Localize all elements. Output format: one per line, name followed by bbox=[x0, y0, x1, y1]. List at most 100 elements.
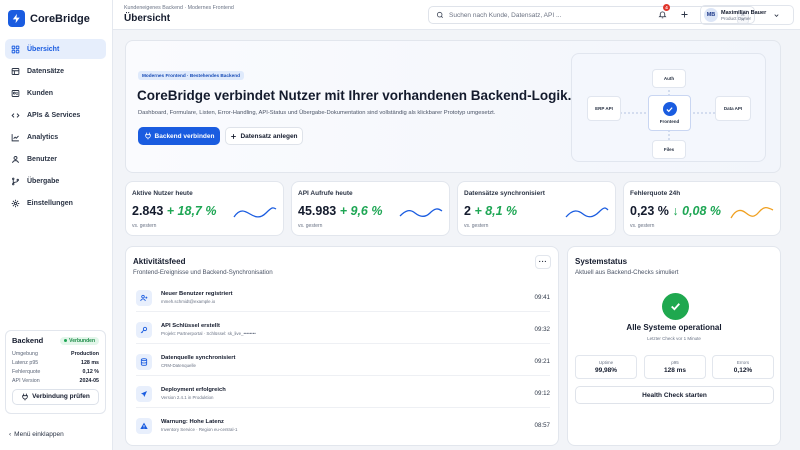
grid-icon bbox=[11, 45, 20, 53]
last-check-text: Letzter Check vor 1 Minute bbox=[647, 336, 701, 341]
sidebar-item-datensaetze[interactable]: Datensätze bbox=[5, 61, 106, 81]
metric-value: 128 ms bbox=[663, 367, 687, 374]
list-item[interactable]: Deployment erfolgreich Version 2.4.1 in … bbox=[136, 382, 550, 408]
check-connection-button[interactable]: Verbindung prüfen bbox=[12, 388, 99, 405]
brand-name: CoreBridge bbox=[30, 12, 90, 25]
activity-item-sub: Projekt: Partnerportal · Schlüssel: sk_l… bbox=[161, 331, 256, 336]
stat-value-row: 2.843 + 18,7 % bbox=[132, 204, 216, 218]
sparkline bbox=[399, 208, 443, 218]
status-badge: Verbunden bbox=[60, 336, 99, 345]
stat-delta: + 8,1 % bbox=[474, 204, 518, 218]
stat-card-active-users: Aktive Nutzer heute 2.843 + 18,7 % vs. g… bbox=[125, 181, 284, 236]
sidebar-item-label: Datensätze bbox=[27, 67, 64, 75]
notifications-button[interactable]: 4 bbox=[654, 4, 670, 22]
health-check-button[interactable]: Health Check starten bbox=[575, 386, 774, 404]
sidebar-item-label: Kunden bbox=[27, 89, 54, 97]
sidebar-item-einstellungen[interactable]: Einstellungen bbox=[5, 194, 106, 214]
warning-icon bbox=[136, 418, 152, 434]
stat-value: 2 bbox=[464, 204, 471, 218]
activity-item-sub: Inventory Service · Region eu-central-1 bbox=[161, 427, 238, 432]
table-icon bbox=[11, 67, 20, 75]
connect-backend-button[interactable]: Backend verbinden bbox=[138, 127, 220, 145]
create-record-label: Datensatz anlegen bbox=[240, 132, 298, 140]
branch-icon bbox=[12, 177, 19, 186]
status-dot-icon bbox=[64, 339, 68, 342]
metric-errors: Errors 0,12% bbox=[712, 355, 774, 379]
check-icon bbox=[662, 102, 677, 116]
sidebar-item-label: Übersicht bbox=[27, 45, 60, 53]
stat-label: Fehlerquote 24h bbox=[630, 190, 681, 197]
search-input[interactable] bbox=[449, 11, 639, 19]
activity-item-time: 09:41 bbox=[534, 294, 550, 301]
list-item[interactable]: Warnung: Hohe Latenz Inventory Service ·… bbox=[136, 414, 550, 440]
metric-label: Errors bbox=[736, 360, 750, 365]
gear-icon bbox=[11, 199, 20, 208]
stat-delta: + 18,7 % bbox=[166, 204, 217, 218]
backend-row: API Version 2024-05 bbox=[12, 377, 99, 386]
collapse-sidebar-button[interactable]: ‹ Menü einklappen bbox=[9, 431, 64, 438]
add-button[interactable] bbox=[676, 6, 692, 22]
logo[interactable]: CoreBridge bbox=[8, 10, 90, 27]
backend-row-value: 2024-05 bbox=[79, 378, 99, 385]
stat-delta: ↓ 0,08 % bbox=[672, 204, 722, 218]
stat-value-row: 0,23 % ↓ 0,08 % bbox=[630, 204, 721, 218]
check-circle-icon bbox=[662, 293, 689, 320]
activity-item-time: 09:32 bbox=[534, 326, 550, 333]
user-plus-icon bbox=[136, 290, 152, 306]
list-item[interactable]: Neuer Benutzer registriert mmeh.schmidt@… bbox=[136, 286, 550, 312]
activity-title: Aktivitätsfeed bbox=[133, 257, 186, 266]
diagram-node-erp: ERP API bbox=[587, 96, 621, 121]
metric-label: Uptime bbox=[598, 360, 614, 365]
architecture-diagram: Auth ERP API Frontend Data API Files bbox=[571, 53, 766, 162]
collapse-label: Menü einklappen bbox=[14, 431, 64, 438]
activity-subtitle: Frontend-Ereignisse und Backend-Synchron… bbox=[133, 269, 273, 276]
database-icon bbox=[136, 354, 152, 370]
sidebar-item-label: Übergabe bbox=[27, 178, 60, 186]
create-record-button[interactable]: Datensatz anlegen bbox=[225, 127, 303, 145]
sidebar-item-analytics[interactable]: Analytics bbox=[5, 127, 106, 147]
stat-label: API Aufrufe heute bbox=[298, 190, 353, 197]
stat-sub: vs. gestern bbox=[132, 223, 157, 229]
status-badge-label: Verbunden bbox=[69, 337, 95, 344]
sidebar-item-label: Benutzer bbox=[27, 155, 57, 163]
more-options-button[interactable]: ··· bbox=[535, 255, 551, 269]
plug-icon bbox=[144, 132, 151, 140]
person-icon bbox=[12, 156, 19, 163]
user-menu[interactable]: MB Maximilian Bauer Product Owner bbox=[700, 5, 794, 25]
sidebar-item-uebergabe[interactable]: Übergabe bbox=[5, 172, 106, 192]
stat-sub: vs. gestern bbox=[630, 223, 655, 229]
backend-status-card: Backend Verbunden Umgebung Production Lat… bbox=[5, 330, 106, 414]
user-role: Product Owner bbox=[721, 15, 752, 21]
system-subtitle: Aktuell aus Backend-Checks simuliert bbox=[575, 269, 679, 276]
check-connection-label: Verbindung prüfen bbox=[32, 393, 90, 401]
sidebar-item-apis[interactable]: APIs & Services bbox=[5, 105, 106, 125]
search-icon bbox=[436, 11, 443, 18]
sidebar-item-uebersicht[interactable]: Übersicht bbox=[5, 39, 106, 59]
stat-value-row: 2 + 8,1 % bbox=[464, 204, 517, 218]
metric-uptime: Uptime 99,98% bbox=[575, 355, 637, 379]
notification-count-badge: 4 bbox=[663, 4, 670, 11]
activity-feed-panel: Aktivitätsfeed Frontend-Ereignisse und B… bbox=[125, 246, 559, 446]
page-title: Übersicht bbox=[124, 13, 171, 24]
system-status-text: Alle Systeme operational bbox=[626, 323, 722, 332]
list-item[interactable]: API Schlüssel erstellt Projekt: Partnerp… bbox=[136, 318, 550, 344]
sidebar-item-kunden[interactable]: Kunden bbox=[5, 83, 106, 103]
backend-title: Backend bbox=[12, 336, 44, 345]
breadcrumb: Kundeneigenes Backend · Modernes Fronten… bbox=[124, 5, 234, 11]
activity-item-title: API Schlüssel erstellt bbox=[161, 323, 220, 329]
connect-backend-label: Backend verbinden bbox=[154, 132, 215, 140]
diagram-node-auth: Auth bbox=[652, 69, 686, 88]
stat-card-api-calls: API Aufrufe heute 45.983 + 9,6 % vs. ges… bbox=[291, 181, 450, 236]
code-icon bbox=[11, 113, 20, 118]
activity-item-time: 08:57 bbox=[534, 422, 550, 429]
user-name: Maximilian Bauer bbox=[721, 9, 767, 16]
sidebar-item-label: APIs & Services bbox=[27, 111, 81, 119]
list-item[interactable]: Datenquelle synchronisiert CRM-Datenquel… bbox=[136, 350, 550, 376]
stat-delta: + 9,6 % bbox=[339, 204, 383, 218]
sidebar-item-benutzer[interactable]: Benutzer bbox=[5, 149, 106, 169]
activity-item-sub: mmeh.schmidt@example.io bbox=[161, 299, 216, 304]
stat-value: 0,23 % bbox=[630, 204, 669, 218]
backend-row: Fehlerquote 0,12 % bbox=[12, 367, 99, 376]
stat-value-row: 45.983 + 9,6 % bbox=[298, 204, 382, 218]
backend-row-key: API Version bbox=[12, 378, 40, 385]
